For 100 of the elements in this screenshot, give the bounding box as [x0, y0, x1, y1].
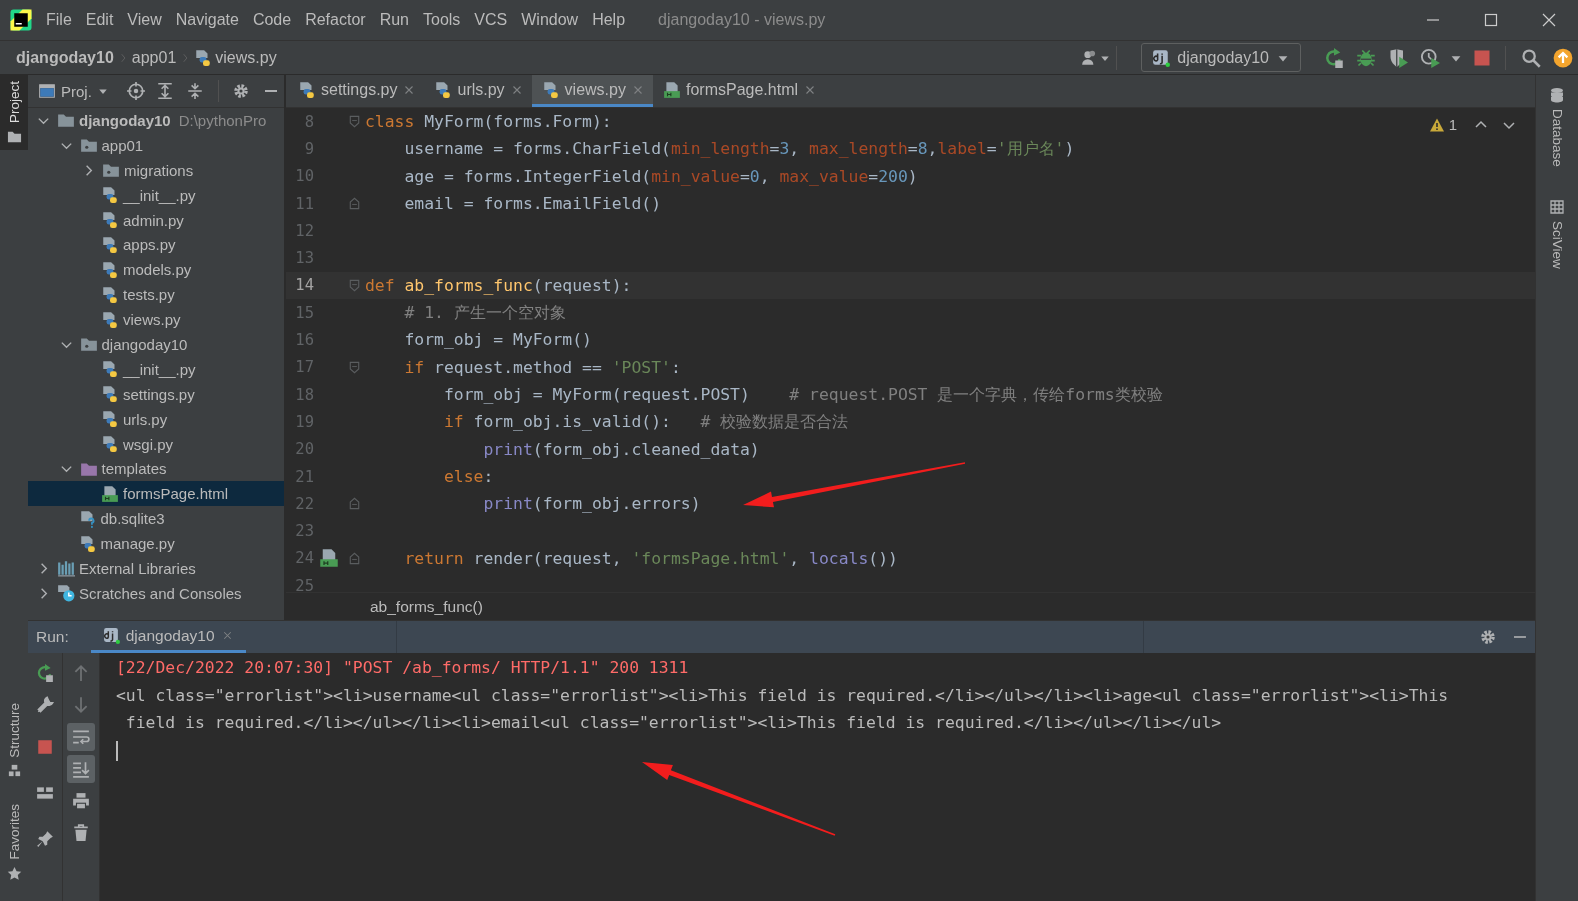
path-hint: D:\pythonPro	[178, 111, 267, 129]
menu-item[interactable]: Window	[514, 5, 586, 35]
tree-item[interactable]: tests.py	[28, 282, 284, 308]
tree-item[interactable]: templates	[28, 456, 284, 482]
python-file-icon	[101, 211, 119, 229]
rerun-icon	[36, 664, 54, 682]
pin-icon	[36, 830, 54, 848]
tree-item[interactable]: __init__.py	[28, 356, 284, 382]
menu-item[interactable]: Edit	[78, 5, 121, 35]
tree-item[interactable]: manage.py	[28, 531, 284, 557]
code-line: def ab_forms_func(request):	[365, 274, 632, 297]
run-tab[interactable]: djangoday10	[90, 621, 246, 653]
python-file-icon	[101, 186, 119, 205]
editor-tab[interactable]: formsPage.html	[652, 75, 825, 107]
line-number: 15	[294, 303, 314, 322]
tool-window-tab[interactable]: Project	[0, 75, 28, 151]
view-dropdown[interactable]: Proj.	[38, 82, 113, 100]
fold-marker-icon[interactable]	[347, 196, 362, 212]
trash-icon	[72, 824, 90, 842]
editor-tab[interactable]: views.py	[531, 75, 653, 107]
line-number: 12	[294, 221, 314, 240]
fold-marker-icon[interactable]	[347, 496, 362, 512]
profile-run-icon	[1420, 47, 1440, 68]
warning-icon	[1428, 116, 1445, 133]
fold-marker-icon[interactable]	[347, 550, 362, 566]
menu-item[interactable]: Refactor	[298, 5, 373, 35]
breadcrumb[interactable]: views.py	[194, 48, 277, 67]
tree-item[interactable]: db.sqlite3	[28, 506, 284, 532]
app-logo-icon	[9, 8, 33, 32]
python-file-icon	[101, 435, 119, 453]
tree-item[interactable]: migrations	[28, 157, 284, 183]
tree-item[interactable]: app01	[28, 132, 284, 158]
breadcrumb[interactable]: app01	[131, 48, 177, 67]
tree-item[interactable]: urls.py	[28, 406, 284, 432]
python-file-icon	[434, 80, 453, 99]
tree-item[interactable]: admin.py	[28, 207, 284, 233]
breadcrumb[interactable]: ab_forms_func()	[370, 597, 483, 616]
tree-item[interactable]: __init__.py	[28, 182, 284, 208]
stop-icon	[36, 738, 54, 756]
line-number: 11	[294, 194, 314, 213]
html-file-icon[interactable]	[319, 548, 339, 569]
tree-item[interactable]: settings.py	[28, 381, 284, 407]
menu-item[interactable]: File	[39, 5, 79, 35]
tree-item[interactable]: views.py	[28, 307, 284, 332]
tool-window-tab[interactable]: Database	[1536, 81, 1578, 173]
menu-item[interactable]: Navigate	[168, 5, 246, 35]
code-line: if request.method == 'POST':	[403, 356, 681, 379]
tree-item[interactable]: apps.py	[28, 232, 284, 258]
tree-item[interactable]: formsPage.html	[28, 481, 284, 507]
menu-item[interactable]: Tools	[416, 5, 468, 35]
layout-icon	[36, 784, 54, 802]
tree-item[interactable]: djangoday10 D:\pythonPro	[28, 108, 284, 133]
python-file-icon	[101, 235, 119, 254]
search-icon	[1521, 47, 1541, 68]
fold-marker-icon[interactable]	[347, 359, 362, 375]
code-line: age = forms.IntegerField(min_value=0, max_value=200)	[403, 165, 918, 188]
code-line: form_obj = MyForm(request.POST) # request.POST 是一个字典，传给forms类校验	[442, 383, 1163, 406]
expand-all-icon	[156, 82, 175, 100]
folder-icon	[102, 161, 120, 180]
line-number: 9	[303, 139, 314, 158]
window-icon	[38, 82, 56, 100]
menu-item[interactable]: VCS	[467, 5, 515, 35]
tree-item[interactable]: External Libraries	[28, 556, 284, 581]
code-line: return render(request, 'formsPage.html', locals())	[403, 547, 898, 570]
console-line: field is required.</li></ul></li><li>email<ul class="errorlist"><li>This field is required.</li></ul></li></ul>	[124, 712, 1223, 734]
breadcrumb[interactable]: djangoday10	[16, 48, 114, 67]
editor-tab[interactable]: urls.py	[424, 75, 532, 107]
tree-item[interactable]: wsgi.py	[28, 431, 284, 457]
tool-window-tab[interactable]: SciView	[1536, 192, 1578, 275]
menu-item[interactable]: Help	[585, 5, 633, 35]
code-line: else:	[442, 465, 494, 488]
menu-item[interactable]: Run	[372, 5, 416, 35]
line-number: 8	[303, 112, 314, 131]
tree-item[interactable]: models.py	[28, 257, 284, 283]
line-number: 20	[294, 440, 314, 459]
code-line: # 1. 产生一个空对象	[403, 302, 566, 325]
menu-item[interactable]: View	[120, 5, 169, 35]
warning-count: 1	[1448, 116, 1457, 133]
run-configuration-dropdown[interactable]: djangoday10	[1141, 43, 1301, 72]
editor-tab[interactable]: settings.py	[288, 75, 425, 107]
maximize-icon	[1483, 12, 1499, 28]
tool-window-tab[interactable]: Favorites	[0, 798, 28, 887]
tree-item[interactable]: djangoday10	[28, 332, 284, 357]
soft-wrap-button[interactable]	[67, 723, 95, 751]
django-icon	[1152, 48, 1171, 67]
locate-icon	[126, 82, 145, 100]
folder-icon	[57, 111, 75, 130]
fold-marker-icon[interactable]	[347, 114, 362, 130]
scroll-to-end-button[interactable]	[67, 755, 95, 783]
fold-marker-icon[interactable]	[347, 277, 362, 293]
code-line: email = forms.EmailField()	[403, 192, 662, 215]
rerun-icon	[1324, 47, 1344, 68]
line-number: 18	[294, 385, 314, 404]
python-file-icon	[298, 80, 316, 99]
menu-item[interactable]: Code	[245, 5, 299, 35]
line-number: 24	[294, 549, 314, 568]
wrench-icon	[36, 696, 54, 714]
tool-window-tab[interactable]: Structure	[0, 696, 28, 785]
tree-item[interactable]: Scratches and Consoles	[28, 580, 284, 606]
scroll-to-end-icon	[72, 760, 90, 778]
